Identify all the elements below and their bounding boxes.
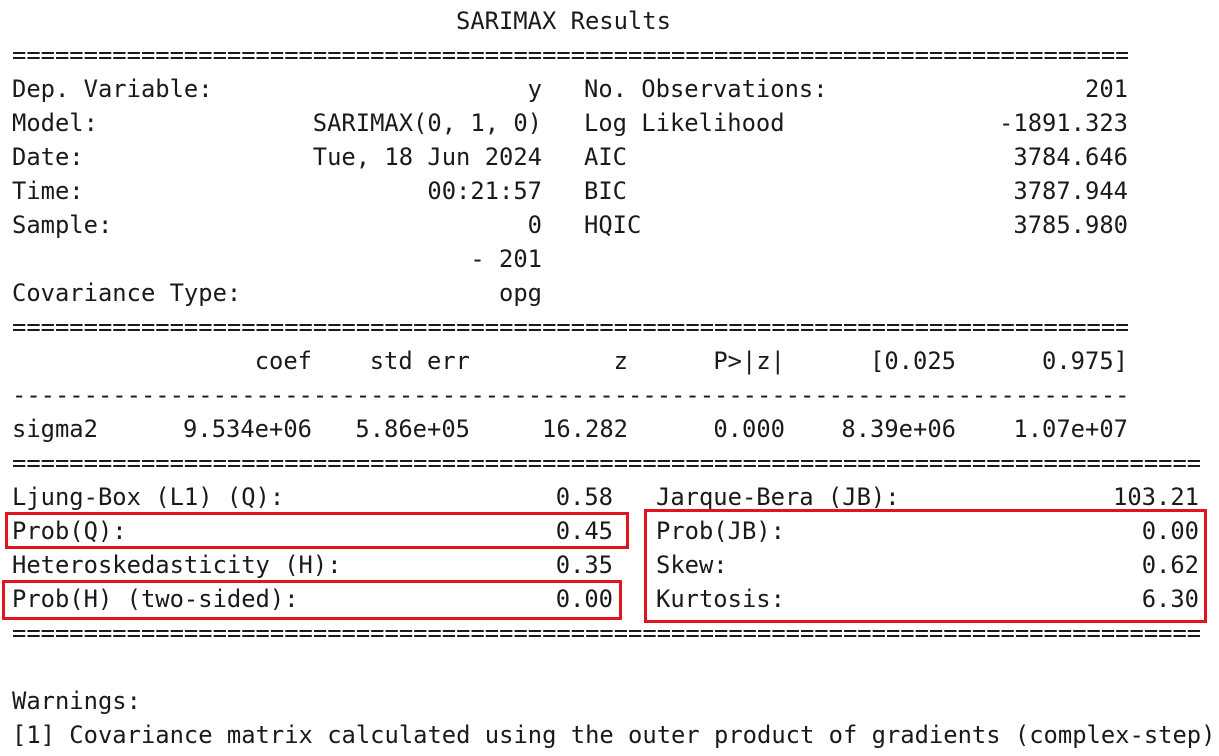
log-likelihood-value: -1891.323 (999, 109, 1128, 137)
sample-label: Sample: (12, 211, 113, 239)
sample-start-value: 0 (527, 211, 542, 239)
ci-lower-header: [0.025 (870, 347, 956, 375)
coef-value: 9.534e+06 (183, 415, 312, 443)
aic-label: AIC (584, 143, 627, 171)
highlight-box-prob-q (5, 512, 629, 549)
warning-item: [1] Covariance matrix calculated using t… (12, 721, 1219, 749)
z-value: 16.282 (542, 415, 628, 443)
p-value-header: P>|z| (713, 347, 785, 375)
p-value: 0.000 (713, 415, 785, 443)
highlight-box-prob-h (2, 580, 622, 620)
bic-value: 3787.944 (1013, 177, 1128, 205)
coef-header: coef (254, 347, 312, 375)
separator-rule: ----------------------------------------… (12, 381, 1128, 409)
time-label: Time: (12, 177, 84, 205)
highlight-box-jb-stats (644, 509, 1207, 623)
separator-rule: ========================================… (12, 313, 1128, 341)
model-value: SARIMAX(0, 1, 0) (312, 109, 542, 137)
heteroskedasticity-value: 0.35 (555, 551, 613, 579)
no-observations-value: 201 (1085, 75, 1128, 103)
ljung-box-label: Ljung-Box (L1) (Q): (12, 483, 285, 511)
log-likelihood-label: Log Likelihood (584, 109, 785, 137)
results-title: SARIMAX Results (456, 7, 671, 35)
warnings-heading: Warnings: (12, 687, 141, 715)
aic-value: 3784.646 (1013, 143, 1128, 171)
ljung-box-value: 0.58 (555, 483, 613, 511)
heteroskedasticity-label: Heteroskedasticity (H): (12, 551, 342, 579)
ci-upper-value: 1.07e+07 (1013, 415, 1128, 443)
z-header: z (613, 347, 628, 375)
date-value: Tue, 18 Jun 2024 (312, 143, 542, 171)
hqic-value: 3785.980 (1013, 211, 1128, 239)
time-value: 00:21:57 (427, 177, 542, 205)
std-err-header: std err (369, 347, 470, 375)
covariance-type-value: opg (499, 279, 542, 307)
sample-end-value: - 201 (470, 245, 542, 273)
ci-upper-header: 0.975] (1042, 347, 1128, 375)
separator-rule: ========================================… (12, 41, 1128, 69)
no-observations-label: No. Observations: (584, 75, 828, 103)
date-label: Date: (12, 143, 84, 171)
hqic-label: HQIC (584, 211, 642, 239)
param-name: sigma2 (12, 415, 98, 443)
separator-rule: ========================================… (12, 619, 1200, 647)
std-err-value: 5.86e+05 (355, 415, 470, 443)
separator-rule: ========================================… (12, 449, 1200, 477)
covariance-type-label: Covariance Type: (12, 279, 242, 307)
dep-variable-value: y (527, 75, 542, 103)
model-label: Model: (12, 109, 98, 137)
bic-label: BIC (584, 177, 627, 205)
ci-lower-value: 8.39e+06 (841, 415, 956, 443)
dep-variable-label: Dep. Variable: (12, 75, 213, 103)
